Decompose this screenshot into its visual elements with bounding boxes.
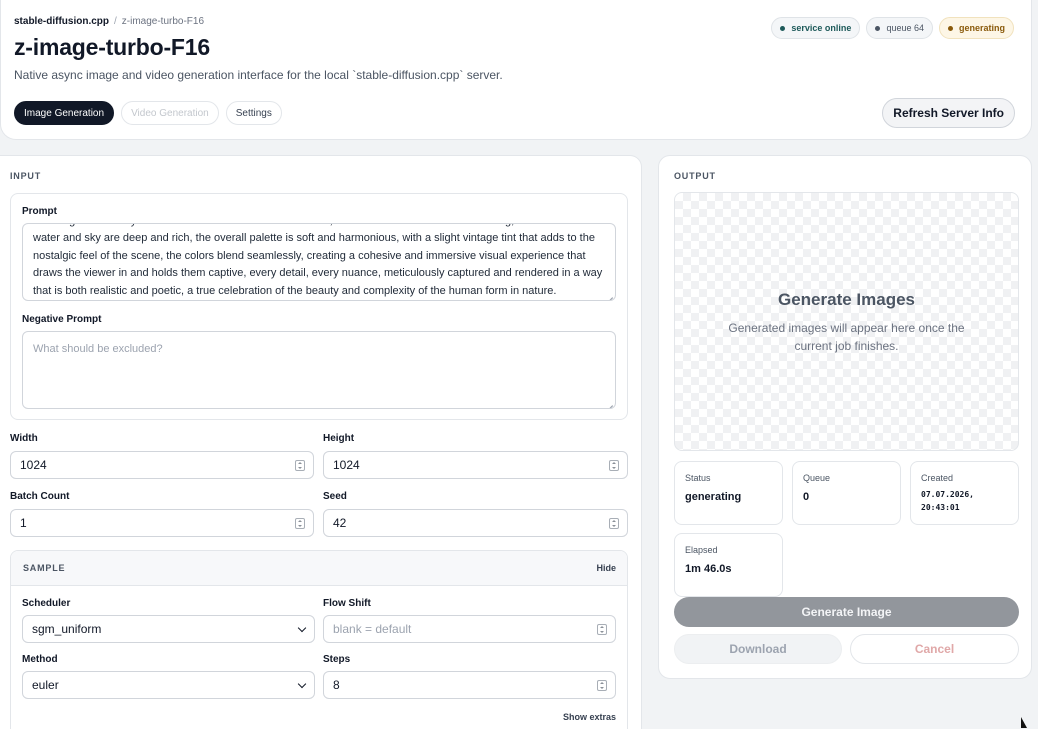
prompt-text: the image is carefully calibrated to enh… — [33, 224, 603, 297]
mode-tabs: Image Generation Video Generation Settin… — [14, 101, 282, 125]
created-date: 07.07.2026, — [921, 490, 974, 499]
elapsed-value: 1m 46.0s — [685, 563, 732, 575]
generate-image-button[interactable]: Generate Image — [674, 597, 1019, 627]
scheduler-select[interactable]: sgm_uniform — [22, 615, 315, 643]
sample-header: SAMPLE Hide — [11, 551, 627, 586]
resize-handle-icon[interactable] — [605, 398, 613, 406]
show-extras-button[interactable]: Show extras — [563, 712, 616, 722]
queue-label: Queue — [803, 473, 831, 483]
prompt-card: Prompt the image is carefully calibrated… — [10, 193, 628, 420]
method-select[interactable]: euler — [22, 671, 315, 699]
flow-shift-input[interactable]: blank = default — [323, 615, 616, 643]
page-subtitle: Native async image and video generation … — [14, 68, 503, 82]
app-header: stable-diffusion.cpp / z-image-turbo-F16 z… — [0, 0, 1032, 140]
image-preview-area: Generate Images Generated images will ap… — [674, 192, 1019, 451]
output-panel: OUTPUT Generate Images Generated images … — [658, 155, 1032, 679]
elapsed-stat-card: Elapsed 1m 46.0s — [674, 533, 783, 597]
batch-count-label: Batch Count — [10, 491, 70, 502]
negative-prompt-placeholder: What should be excluded? — [33, 343, 163, 355]
service-online-badge: service online — [771, 17, 861, 39]
seed-label: Seed — [323, 491, 347, 502]
negative-prompt-textarea[interactable]: What should be excluded? — [22, 331, 616, 409]
resize-handle-icon[interactable] — [605, 290, 613, 298]
status-dot-icon — [875, 25, 881, 31]
spinner-icon[interactable] — [609, 460, 619, 471]
input-section-label: INPUT — [10, 171, 41, 181]
service-online-label: service online — [791, 23, 852, 33]
height-input[interactable]: 1024 — [323, 451, 628, 479]
negative-prompt-label: Negative Prompt — [22, 314, 102, 325]
height-label: Height — [323, 433, 355, 444]
breadcrumb: stable-diffusion.cpp / z-image-turbo-F16 — [14, 16, 204, 27]
sample-section-label: SAMPLE — [23, 563, 66, 573]
status-label: Status — [685, 473, 711, 483]
batch-count-value: 1 — [20, 516, 27, 530]
breadcrumb-current: z-image-turbo-F16 — [121, 16, 205, 27]
queue-value: 0 — [803, 491, 810, 503]
mouse-cursor-icon — [1021, 717, 1027, 728]
queue-badge: queue 64 — [866, 17, 933, 39]
height-value: 1024 — [333, 458, 360, 472]
hide-sample-button[interactable]: Hide — [596, 563, 616, 573]
width-label: Width — [10, 433, 38, 444]
tab-settings[interactable]: Settings — [225, 101, 282, 125]
steps-label: Steps — [323, 654, 351, 665]
output-section-label: OUTPUT — [674, 171, 716, 181]
created-time: 20:43:01 — [921, 503, 960, 512]
input-panel: INPUT Prompt the image is carefully cali… — [0, 155, 642, 729]
page-title: z-image-turbo-F16 — [14, 34, 210, 60]
prompt-label: Prompt — [22, 206, 57, 217]
steps-value: 8 — [333, 678, 340, 692]
spinner-icon[interactable] — [609, 518, 619, 529]
method-value: euler — [32, 678, 59, 692]
scheduler-value: sgm_uniform — [32, 622, 102, 636]
seed-value: 42 — [333, 516, 347, 530]
prompt-textarea[interactable]: the image is carefully calibrated to enh… — [22, 223, 616, 301]
preview-title: Generate Images — [777, 290, 915, 309]
status-value: generating — [685, 491, 742, 503]
tab-video-generation[interactable]: Video Generation — [121, 101, 219, 125]
chevron-down-icon — [297, 679, 307, 689]
spinner-icon[interactable] — [597, 624, 607, 635]
status-dot-icon — [780, 25, 786, 31]
breadcrumb-root[interactable]: stable-diffusion.cpp — [14, 16, 109, 27]
download-button[interactable]: Download — [674, 634, 842, 664]
cancel-button[interactable]: Cancel — [850, 634, 1019, 664]
breadcrumb-separator: / — [114, 16, 117, 27]
sample-card: SAMPLE Hide Scheduler sgm_uniform Flow S… — [10, 550, 628, 729]
spinner-icon[interactable] — [597, 680, 607, 691]
tab-image-generation[interactable]: Image Generation — [14, 101, 115, 125]
created-value: 07.07.2026, 20:43:01 — [921, 488, 974, 514]
preview-description: Generated images will appear here once t… — [728, 321, 965, 353]
seed-input[interactable]: 42 — [323, 509, 628, 537]
status-stat-card: Status generating — [674, 461, 783, 525]
elapsed-label: Elapsed — [685, 545, 718, 555]
scheduler-label: Scheduler — [22, 598, 71, 609]
generating-badge-label: generating — [958, 23, 1005, 33]
refresh-server-info-button[interactable]: Refresh Server Info — [882, 98, 1015, 128]
chevron-down-icon — [297, 623, 307, 633]
spinner-icon[interactable] — [295, 518, 305, 529]
status-dot-icon — [947, 25, 953, 31]
queue-badge-label: queue 64 — [886, 23, 924, 33]
status-badges: service online queue 64 generating — [771, 17, 1014, 39]
created-label: Created — [921, 473, 954, 483]
flow-shift-label: Flow Shift — [323, 598, 371, 609]
generating-badge: generating — [938, 17, 1014, 39]
queue-stat-card: Queue 0 — [792, 461, 901, 525]
method-label: Method — [22, 654, 58, 665]
width-input[interactable]: 1024 — [10, 451, 314, 479]
spinner-icon[interactable] — [295, 460, 305, 471]
flow-shift-placeholder: blank = default — [333, 622, 412, 636]
width-value: 1024 — [20, 458, 47, 472]
created-stat-card: Created 07.07.2026, 20:43:01 — [910, 461, 1019, 525]
steps-input[interactable]: 8 — [323, 671, 616, 699]
batch-count-input[interactable]: 1 — [10, 509, 314, 537]
